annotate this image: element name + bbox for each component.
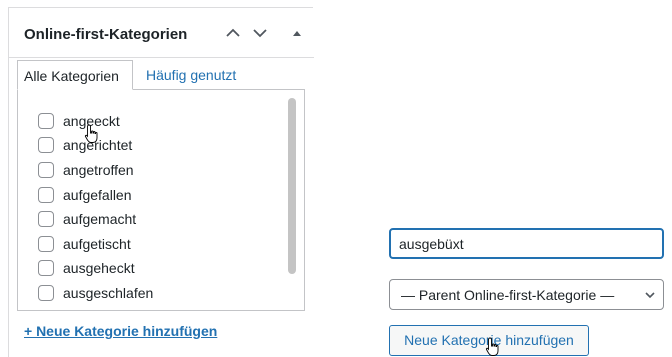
category-checkbox[interactable] — [38, 211, 54, 227]
move-up-button[interactable] — [222, 22, 244, 44]
category-label: angetroffen — [63, 162, 134, 178]
metabox-header: Online-first-Kategorien — [9, 8, 314, 58]
add-new-category-link[interactable]: + Neue Kategorie hinzufügen — [24, 323, 217, 339]
category-checkbox[interactable] — [38, 162, 54, 178]
chevron-down-icon — [253, 29, 267, 38]
category-checkbox[interactable] — [38, 113, 54, 129]
tab-all-categories[interactable]: Alle Kategorien — [17, 60, 133, 90]
metabox-title: Online-first-Kategorien — [24, 26, 188, 43]
add-category-button[interactable]: Neue Kategorie hinzufügen — [389, 325, 589, 356]
category-label: ausgeschlafen — [63, 285, 154, 301]
tab-most-used[interactable]: Häufig genutzt — [140, 60, 242, 90]
caret-up-icon — [293, 31, 301, 36]
category-checkbox[interactable] — [38, 260, 54, 276]
category-label: aufgetischt — [63, 236, 131, 252]
category-checklist: angeeckt angerichtet angetroffen aufgefa… — [17, 89, 305, 311]
toggle-panel-button[interactable] — [286, 22, 308, 44]
category-label: aufgefallen — [63, 187, 132, 203]
category-checkbox[interactable] — [38, 236, 54, 252]
scrollbar-thumb[interactable] — [288, 98, 296, 274]
category-checkbox[interactable] — [38, 187, 54, 203]
chevron-down-icon — [645, 292, 655, 299]
category-label: angeeckt — [63, 113, 120, 129]
category-label: ausgeheckt — [63, 260, 135, 276]
parent-category-select[interactable]: — Parent Online-first-Kategorie — — [389, 279, 664, 310]
category-checkbox[interactable] — [38, 137, 54, 153]
category-label: aufgemacht — [63, 211, 137, 227]
parent-select-value: — Parent Online-first-Kategorie — — [401, 287, 615, 303]
new-category-input[interactable] — [389, 228, 664, 259]
category-checkbox[interactable] — [38, 285, 54, 301]
chevron-up-icon — [226, 28, 240, 37]
category-label: angerichtet — [63, 137, 133, 153]
move-down-button[interactable] — [249, 22, 271, 44]
